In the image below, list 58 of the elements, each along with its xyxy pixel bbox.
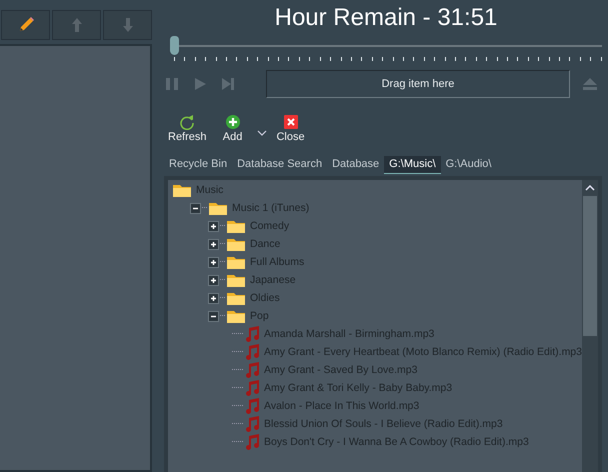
tab[interactable]: Database (327, 156, 384, 174)
music-note-icon (244, 434, 260, 450)
time-remaining-title: Hour Remain - 31:51 (274, 4, 498, 33)
folder-name[interactable]: Music (196, 184, 224, 196)
edit-button[interactable] (1, 10, 50, 40)
expand-icon[interactable] (208, 220, 219, 232)
folder-icon (226, 272, 246, 288)
collapse-icon[interactable] (208, 310, 219, 322)
arrow-up-icon (70, 17, 82, 33)
file-name[interactable]: Avalon - Place In This World.mp3 (264, 400, 420, 412)
folder-name[interactable]: Comedy (250, 220, 290, 232)
arrow-down-icon (122, 17, 134, 33)
close-icon (282, 114, 299, 130)
refresh-button[interactable]: Refresh (164, 114, 211, 143)
folder-icon (226, 290, 246, 306)
folder-icon (208, 200, 228, 216)
tab[interactable]: Database Search (232, 156, 328, 174)
folder-name[interactable]: Pop (250, 310, 269, 322)
music-note-icon (244, 398, 260, 414)
seek-slider[interactable] (170, 36, 602, 62)
caret-icon (256, 130, 267, 136)
file-name[interactable]: Boys Don't Cry - I Wanna Be A Cowboy (Radio Edit).mp3 (264, 436, 529, 448)
folder-name[interactable]: Full Albums (250, 256, 304, 268)
folder-icon (226, 308, 246, 324)
add-button[interactable]: Add (212, 114, 253, 143)
plus-icon (224, 114, 241, 130)
close-button[interactable]: Close (270, 114, 311, 143)
music-note-icon (244, 326, 260, 342)
collapse-icon[interactable] (190, 202, 201, 214)
file-name[interactable]: Amy Grant - Saved By Love.mp3 (264, 364, 418, 376)
music-note-icon (244, 416, 260, 432)
tab[interactable]: G:\Music\ (384, 156, 441, 174)
folder-icon (226, 218, 246, 234)
file-name[interactable]: Blessid Union Of Souls - I Believe (Radio Edit).mp3 (264, 418, 503, 430)
folder-name[interactable]: Oldies (250, 292, 280, 304)
folder-name[interactable]: Music 1 (iTunes) (232, 202, 310, 214)
folder-icon (226, 254, 246, 270)
expand-icon[interactable] (208, 256, 219, 268)
scrollbar[interactable] (582, 180, 598, 472)
file-name[interactable]: Amy Grant - Every Heartbeat (Moto Blanco Remix) (Radio Edit).mp3 (264, 346, 582, 358)
file-name[interactable]: Amy Grant & Tori Kelly - Baby Baby.mp3 (264, 382, 452, 394)
tab[interactable]: Recycle Bin (164, 156, 232, 174)
scroll-up-icon[interactable] (585, 185, 595, 191)
expand-icon[interactable] (208, 274, 219, 286)
drop-zone[interactable]: Drag item here (266, 70, 570, 98)
folder-icon (226, 236, 246, 252)
music-note-icon (244, 362, 260, 378)
folder-icon (172, 182, 192, 198)
tab[interactable]: G:\Audio\ (440, 156, 496, 174)
folder-name[interactable]: Dance (250, 238, 280, 250)
scroll-thumb[interactable] (583, 196, 597, 336)
music-note-icon (244, 380, 260, 396)
folder-name[interactable]: Japanese (250, 274, 296, 286)
expand-icon[interactable] (208, 238, 219, 250)
file-name[interactable]: Amanda Marshall - Birmingham.mp3 (264, 328, 434, 340)
music-note-icon (244, 344, 260, 360)
refresh-icon (179, 114, 196, 130)
expand-icon[interactable] (208, 292, 219, 304)
